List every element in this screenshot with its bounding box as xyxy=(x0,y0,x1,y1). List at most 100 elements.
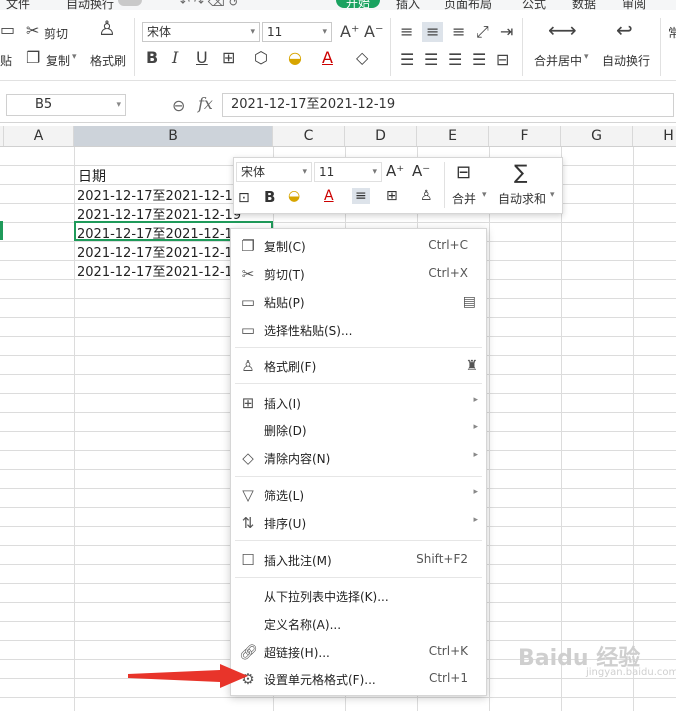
copy-dropdown-icon[interactable]: ▾ xyxy=(72,52,77,62)
zoom-icon[interactable]: ⊖ xyxy=(172,96,185,115)
column-header-c[interactable]: C xyxy=(273,126,345,146)
format-painter-icon[interactable]: ♙ xyxy=(420,188,433,204)
cell-b5[interactable]: 2021-12-17至2021-12-19 xyxy=(77,242,232,261)
align-icon[interactable]: ≡ xyxy=(352,188,370,204)
column-header-h[interactable]: H xyxy=(633,126,676,146)
menu-item-hyperlink[interactable]: 🔗︎ 超链接(H)... Ctrl+K xyxy=(231,639,486,665)
mini-merge-button[interactable]: 合并 xyxy=(452,190,476,207)
name-box[interactable]: B5 ▾ xyxy=(6,94,126,116)
menu-item-delete[interactable]: 删除(D) ▸ xyxy=(231,417,486,443)
wrap-text-button[interactable]: 自动换行 xyxy=(602,52,650,69)
bold-icon[interactable]: B xyxy=(264,188,275,206)
align-left-icon[interactable]: ☰ xyxy=(400,52,414,68)
align-middle-icon[interactable]: ≡ xyxy=(422,22,444,42)
tab-review[interactable]: 审阅 xyxy=(622,0,646,10)
menu-item-insert[interactable]: ⊞ 插入(I) ▸ xyxy=(231,390,486,416)
fill-shape-icon[interactable]: ⬡ xyxy=(254,50,268,66)
mini-autosum-button[interactable]: 自动求和 xyxy=(498,190,546,207)
align-top-icon[interactable]: ≡ xyxy=(400,24,413,40)
menu-item-pick-from-list[interactable]: 从下拉列表中选择(K)... xyxy=(231,583,486,609)
font-color-icon[interactable]: A xyxy=(322,50,333,66)
tab-formula[interactable]: 公式 xyxy=(522,0,546,10)
decrease-font-icon[interactable]: A⁻ xyxy=(364,24,383,40)
submenu-arrow-icon: ▸ xyxy=(473,515,478,525)
column-header-d[interactable]: D xyxy=(345,126,417,146)
bold-icon[interactable]: B xyxy=(146,50,158,66)
divider xyxy=(134,18,135,76)
border-icon[interactable]: ⊞ xyxy=(222,50,235,66)
menu-item-format-painter[interactable]: ♙ 格式刷(F) ♜ xyxy=(231,353,486,379)
menu-item-label: 剪切(T) xyxy=(264,268,305,282)
formula-input[interactable]: 2021-12-17至2021-12-19 xyxy=(222,93,674,117)
menu-item-filter[interactable]: ▽ 筛选(L) ▸ xyxy=(231,482,486,508)
tab-start[interactable]: 开始 xyxy=(336,0,380,10)
increase-font-icon[interactable]: A⁺ xyxy=(386,162,404,180)
merge-center-button[interactable]: 合并居中 xyxy=(534,52,582,69)
tab-page-layout[interactable]: 页面布局 xyxy=(444,0,492,10)
fill-color-icon[interactable]: ◒ xyxy=(288,188,300,204)
merge-icon: ⊟ xyxy=(456,162,472,183)
indent-icon[interactable]: ⇥ xyxy=(500,24,513,40)
distributed-icon[interactable]: ⊟ xyxy=(496,52,509,68)
menu-item-label: 删除(D) xyxy=(264,424,307,438)
menu-item-format-cells[interactable]: ⚙ 设置单元格格式(F)... Ctrl+1 xyxy=(231,666,486,692)
cell-b6[interactable]: 2021-12-17至2021-12-19 xyxy=(77,261,232,280)
cell-reference: B5 xyxy=(35,97,53,112)
menu-file[interactable]: 文件 xyxy=(6,0,30,10)
mini-font-name-select[interactable]: 宋体 ▾ xyxy=(236,162,312,182)
paste-icon: ▭ xyxy=(240,293,256,311)
align-center-icon[interactable]: ☰ xyxy=(424,52,438,68)
undo-redo-icons[interactable]: ↶ ↷ ⌫ ↺ xyxy=(180,0,239,9)
menu-item-cut[interactable]: ✂ 剪切(T) Ctrl+X xyxy=(231,261,486,287)
cell-b1[interactable]: 日期 xyxy=(78,166,106,186)
toggle-switch[interactable] xyxy=(118,0,142,6)
paste-label[interactable]: 贴 xyxy=(0,52,12,69)
menu-item-copy[interactable]: ❐ 复制(C) Ctrl+C xyxy=(231,233,486,259)
menu-item-insert-comment[interactable]: ☐ 插入批注(M) Shift+F2 xyxy=(231,547,486,573)
menu-wrap[interactable]: 自动换行 xyxy=(66,0,114,10)
column-header-e[interactable]: E xyxy=(417,126,489,146)
italic-icon[interactable]: I xyxy=(172,50,178,66)
column-header-g[interactable]: G xyxy=(561,126,633,146)
paste-options-icon[interactable]: ▤ xyxy=(463,294,476,310)
cell-b2[interactable]: 2021-12-17至2021-12-19 xyxy=(77,185,235,204)
scissors-icon: ✂ xyxy=(26,21,40,40)
orientation-icon[interactable]: ⤢ xyxy=(476,24,489,40)
format-painter-lock-icon[interactable]: ♜ xyxy=(465,358,478,374)
function-icon[interactable]: fx xyxy=(198,94,213,113)
menu-item-paste[interactable]: ▭ 粘贴(P) ▤ xyxy=(231,289,486,315)
menu-item-sort[interactable]: ⇅ 排序(U) ▸ xyxy=(231,510,486,536)
chevron-down-icon[interactable]: ▾ xyxy=(550,190,555,200)
tab-data[interactable]: 数据 xyxy=(572,0,596,10)
copy-button[interactable]: 复制 xyxy=(46,52,70,69)
align-bottom-icon[interactable]: ≡ xyxy=(452,24,465,40)
border-icon[interactable]: ⊞ xyxy=(386,188,398,204)
format-painter-button[interactable]: 格式刷 xyxy=(90,52,126,69)
justify-icon[interactable]: ☰ xyxy=(472,52,486,68)
table-style-icon[interactable]: ⊡ xyxy=(238,190,250,206)
chevron-down-icon[interactable]: ▾ xyxy=(482,190,487,200)
font-size-select[interactable]: 11 ▾ xyxy=(262,22,332,42)
merge-dropdown-icon[interactable]: ▾ xyxy=(584,52,589,62)
font-name-select[interactable]: 宋体 ▾ xyxy=(142,22,260,42)
column-header-a[interactable]: A xyxy=(4,126,74,146)
menu-item-paste-special[interactable]: ▭ 选择性粘贴(S)... xyxy=(231,317,486,343)
cut-button[interactable]: 剪切 xyxy=(44,25,68,42)
tab-insert[interactable]: 插入 xyxy=(396,0,420,10)
menu-item-define-name[interactable]: 定义名称(A)... xyxy=(231,611,486,637)
align-right-icon[interactable]: ☰ xyxy=(448,52,462,68)
menu-item-label: 超链接(H)... xyxy=(264,646,330,660)
number-format-select[interactable]: 常 xyxy=(668,24,676,41)
font-color-icon[interactable]: A xyxy=(324,188,334,204)
underline-icon[interactable]: U xyxy=(196,50,208,66)
column-header-b[interactable]: B xyxy=(74,126,273,146)
decrease-font-icon[interactable]: A⁻ xyxy=(412,162,430,180)
column-header-f[interactable]: F xyxy=(489,126,561,146)
fill-color-icon[interactable]: ◒ xyxy=(288,50,302,66)
mini-font-size-select[interactable]: 11 ▾ xyxy=(314,162,382,182)
eraser-icon[interactable]: ◇ xyxy=(356,50,368,66)
increase-font-icon[interactable]: A⁺ xyxy=(340,24,359,40)
menu-item-label: 复制(C) xyxy=(264,240,306,254)
menu-item-clear[interactable]: ◇ 清除内容(N) ▸ xyxy=(231,445,486,471)
paste-icon[interactable]: ▭ xyxy=(0,22,15,38)
